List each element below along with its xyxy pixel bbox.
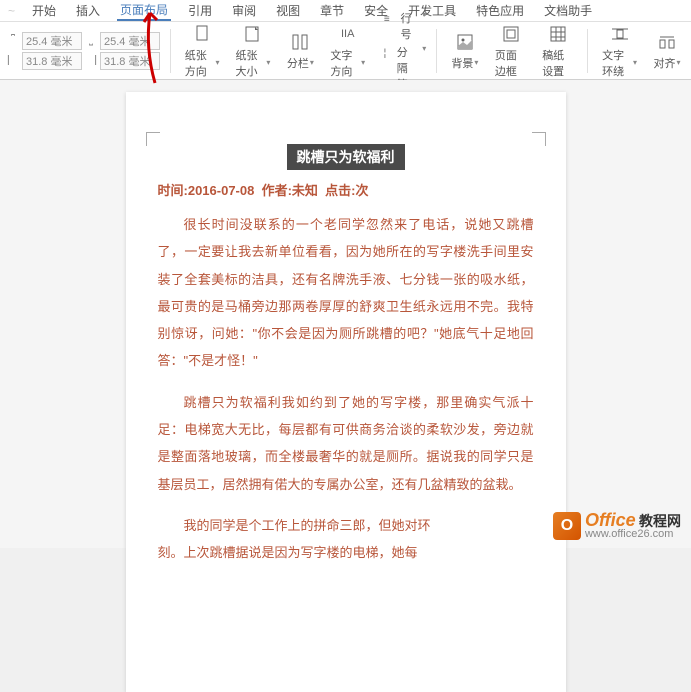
meta-click-value: 次 — [356, 183, 369, 198]
meta-author-label: 作者: — [262, 183, 292, 198]
document-paragraph-2: 跳槽只为软福利我如约到了她的写字楼，那里确实气派十足：电梯宽大无比，每层都有可供… — [158, 389, 534, 498]
menu-insert[interactable]: 插入 — [73, 1, 103, 20]
workspace: ▸ 跳槽只为软福利 时间:2016-07-08 作者:未知 点击:次 很长时间没… — [0, 80, 691, 548]
background-button[interactable]: 背景▾ — [447, 29, 483, 73]
page-margin-marker — [532, 132, 546, 146]
text-direction-label: 文字方向 — [330, 47, 360, 79]
watermark: O Office 教程网 www.office26.com — [553, 511, 681, 540]
watermark-suffix: 教程网 — [639, 513, 681, 529]
margin-right-icon: ⎹ — [84, 54, 98, 68]
menu-references[interactable]: 引用 — [185, 1, 215, 20]
columns-icon — [289, 31, 311, 53]
meta-author-value: 未知 — [292, 183, 318, 198]
document-paragraph-1: 很长时间没联系的一个老同学忽然来了电话，说她又跳槽了，一定要让我去新单位看看，因… — [158, 211, 534, 375]
align-button[interactable]: 对齐▾ — [649, 29, 685, 73]
meta-time-label: 时间: — [158, 183, 188, 198]
menu-special[interactable]: 特色应用 — [473, 1, 527, 20]
menu-review[interactable]: 审阅 — [229, 1, 259, 20]
text-direction-icon: IIA — [337, 23, 359, 45]
menu-page-layout[interactable]: 页面布局 — [117, 0, 171, 21]
page-border-label: 页面边框 — [495, 47, 526, 79]
paper-size-label: 纸张大小 — [236, 47, 266, 79]
meta-time-value: 2016-07-08 — [188, 183, 255, 198]
manuscript-button[interactable]: 稿纸设置 — [538, 21, 577, 81]
align-label: 对齐 — [653, 55, 675, 71]
dropdown-arrow-icon: ▾ — [422, 10, 426, 42]
ribbon: ⎴ ⎵ ⎸ ⎹ 纸张方向▾ 纸张大小▾ 分栏▾ IIA 文字方向▾ ≡ 行号 ▾ — [0, 22, 691, 80]
menu-bar: ~ 开始 插入 页面布局 引用 审阅 视图 章节 安全 开发工具 特色应用 文档… — [0, 0, 691, 22]
line-number-label: 行号 — [401, 10, 419, 42]
page-border-button[interactable]: 页面边框 — [491, 21, 530, 81]
background-icon — [454, 31, 476, 53]
orientation-label: 纸张方向 — [185, 47, 215, 79]
dropdown-arrow-icon: ▾ — [216, 58, 220, 67]
dropdown-arrow-icon: ▾ — [676, 58, 680, 67]
document-title: 跳槽只为软福利 — [287, 144, 405, 170]
text-wrap-label: 文字环绕 — [602, 47, 632, 79]
manuscript-icon — [547, 23, 569, 45]
dropdown-arrow-icon: ▾ — [474, 58, 478, 67]
menu-view[interactable]: 视图 — [273, 1, 303, 20]
separator-button[interactable]: ¦ — [377, 44, 393, 64]
margin-top-icon: ⎴ — [6, 34, 20, 48]
line-number-button[interactable]: ≡ — [377, 10, 396, 30]
margin-group: ⎴ ⎵ ⎸ ⎹ — [6, 32, 160, 70]
background-label: 背景 — [451, 55, 473, 71]
margin-left-icon: ⎸ — [6, 54, 20, 68]
text-wrap-icon — [609, 23, 631, 45]
dropdown-arrow-icon: ▾ — [361, 58, 365, 67]
margin-top-input[interactable] — [22, 32, 82, 50]
page-border-icon — [500, 23, 522, 45]
meta-click-label: 点击: — [325, 183, 355, 198]
dropdown-arrow-icon: ▾ — [310, 58, 314, 67]
paper-size-icon — [242, 23, 264, 45]
margin-right-input[interactable] — [100, 52, 160, 70]
dropdown-arrow-icon: ▾ — [633, 58, 637, 67]
document-paragraph-3b: 刻。上次跳槽据说是因为写字楼的电梯，她每 — [158, 539, 534, 566]
ribbon-separator — [170, 29, 171, 73]
watermark-brand: Office — [585, 510, 636, 530]
margin-left-input[interactable] — [22, 52, 82, 70]
menu-doc-assistant[interactable]: 文档助手 — [541, 1, 595, 20]
text-wrap-button[interactable]: 文字环绕▾ — [598, 21, 641, 81]
document-meta: 时间:2016-07-08 作者:未知 点击:次 — [158, 180, 534, 199]
margin-bottom-input[interactable] — [100, 32, 160, 50]
paper-size-button[interactable]: 纸张大小▾ — [232, 21, 275, 81]
margin-bottom-icon: ⎵ — [84, 34, 98, 48]
document-page[interactable]: 跳槽只为软福利 时间:2016-07-08 作者:未知 点击:次 很长时间没联系… — [126, 92, 566, 692]
ribbon-separator — [436, 29, 437, 73]
ribbon-separator — [587, 29, 588, 73]
columns-label: 分栏 — [287, 55, 309, 71]
text-direction-button[interactable]: IIA 文字方向▾ — [326, 21, 369, 81]
orientation-button[interactable]: 纸张方向▾ — [181, 21, 224, 81]
dropdown-arrow-icon: ▾ — [266, 58, 270, 67]
document-paragraph-3: 我的同学是个工作上的拼命三郎，但她对环 — [158, 512, 534, 539]
manuscript-label: 稿纸设置 — [542, 47, 573, 79]
orientation-icon — [191, 23, 213, 45]
menu-separator: ~ — [8, 4, 15, 18]
page-margin-marker — [146, 132, 160, 146]
columns-button[interactable]: 分栏▾ — [282, 29, 318, 73]
watermark-url: www.office26.com — [585, 529, 681, 540]
svg-text:IIA: IIA — [341, 28, 355, 40]
menu-start[interactable]: 开始 — [29, 1, 59, 20]
watermark-logo-icon: O — [553, 512, 581, 540]
align-icon — [656, 31, 678, 53]
menu-section[interactable]: 章节 — [317, 1, 347, 20]
